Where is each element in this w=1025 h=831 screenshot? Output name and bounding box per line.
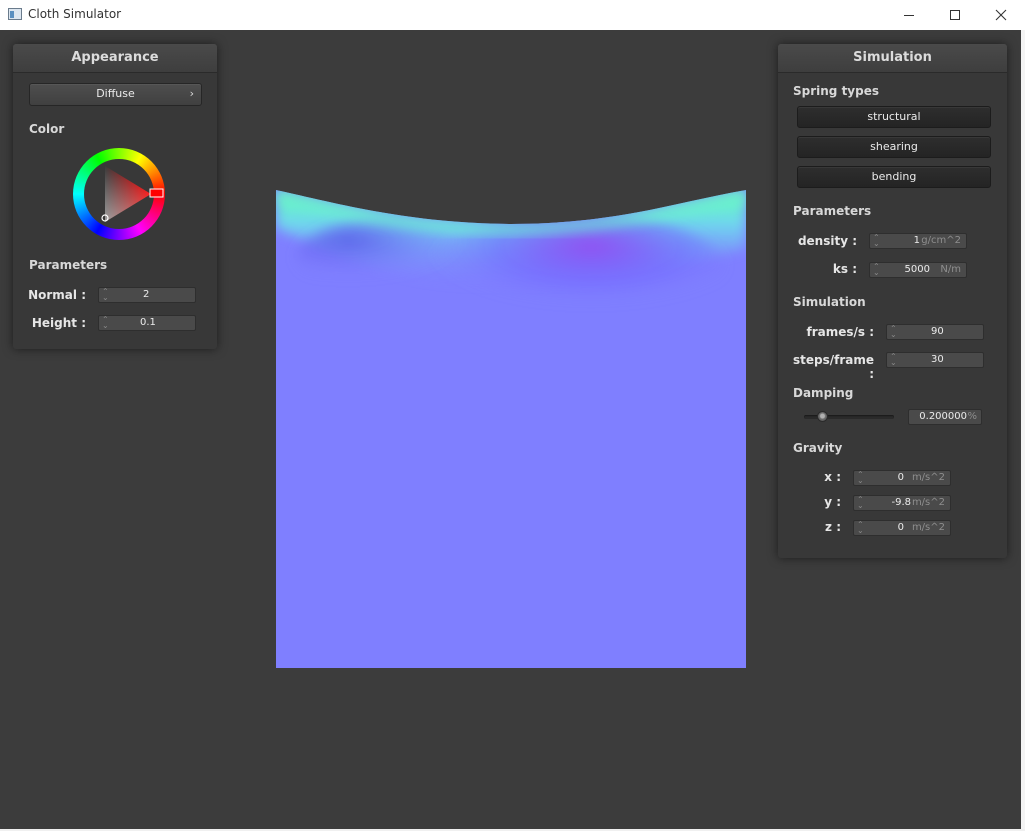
spinner-arrows-icon[interactable]: ⌃ ⌄ [102, 316, 109, 330]
close-icon [995, 9, 1007, 21]
window-title: Cloth Simulator [28, 7, 122, 21]
color-section-label: Color [29, 122, 65, 136]
spinner-arrows-icon[interactable]: ⌃ ⌄ [857, 496, 864, 510]
app-window-icon [8, 8, 22, 20]
cloth-mesh[interactable] [276, 188, 746, 668]
appearance-parameters-label: Parameters [29, 258, 108, 272]
gravity-label: Gravity [793, 441, 843, 455]
steps-per-frame-label: steps/frame : [792, 353, 874, 381]
simulation-panel: Simulation Spring types structural shear… [778, 44, 1007, 558]
damping-value: 0.200000 [919, 411, 967, 422]
frames-per-second-input[interactable]: ⌃ ⌄ 90 [886, 324, 984, 340]
gravity-y-unit: m/s^2 [911, 497, 945, 508]
material-dropdown[interactable]: Diffuse › [29, 83, 202, 106]
spinner-arrows-icon[interactable]: ⌃ ⌄ [873, 234, 880, 248]
appearance-panel: Appearance Diffuse › Color Parameters No… [13, 44, 217, 349]
gravity-y-input[interactable]: ⌃ ⌄ -9.8 m/s^2 [853, 495, 951, 511]
structural-toggle-button[interactable]: structural [797, 106, 991, 128]
damping-input[interactable]: 0.200000 % [908, 409, 982, 425]
simulation-panel-title: Simulation [778, 44, 1007, 73]
density-value: 1 [913, 235, 920, 246]
hue-selector-marker [149, 188, 164, 198]
minimize-icon [904, 14, 914, 16]
steps-per-frame-input[interactable]: ⌃ ⌄ 30 [886, 352, 984, 368]
density-label: density : [797, 234, 857, 248]
chevron-right-icon: › [189, 87, 194, 100]
ks-unit: N/m [940, 264, 961, 275]
spinner-arrows-icon[interactable]: ⌃ ⌄ [857, 471, 864, 485]
gravity-x-unit: m/s^2 [911, 472, 945, 483]
height-label: Height : [31, 316, 86, 330]
material-dropdown-value: Diffuse [96, 87, 135, 100]
height-input[interactable]: ⌃ ⌄ 0.1 [98, 315, 196, 331]
appearance-panel-title: Appearance [13, 44, 217, 73]
normal-label: Normal : [28, 288, 86, 302]
steps-per-frame-value: 30 [931, 354, 944, 365]
close-button[interactable] [978, 0, 1024, 30]
window-right-edge [1021, 30, 1025, 831]
simulation-parameters-label: Parameters [793, 204, 872, 218]
gravity-x-value: 0 [897, 472, 904, 483]
ks-input[interactable]: ⌃ ⌄ 5000 N/m [869, 262, 967, 278]
spinner-arrows-icon[interactable]: ⌃ ⌄ [873, 263, 880, 277]
spinner-arrows-icon[interactable]: ⌃ ⌄ [890, 353, 897, 367]
density-input[interactable]: ⌃ ⌄ 1 g/cm^2 [869, 233, 967, 249]
frames-per-second-value: 90 [931, 326, 944, 337]
spinner-arrows-icon[interactable]: ⌃ ⌄ [102, 288, 109, 302]
damping-label: Damping [793, 386, 854, 400]
normal-value: 2 [143, 289, 150, 300]
normal-input[interactable]: ⌃ ⌄ 2 [98, 287, 196, 303]
height-value: 0.1 [140, 317, 156, 328]
gravity-y-value: -9.8 [891, 497, 911, 508]
maximize-icon [950, 10, 960, 20]
density-unit: g/cm^2 [921, 235, 961, 246]
gravity-z-unit: m/s^2 [911, 522, 945, 533]
damping-unit: % [967, 411, 977, 422]
spring-types-label: Spring types [793, 84, 880, 98]
gravity-z-value: 0 [897, 522, 904, 533]
bending-toggle-button[interactable]: bending [797, 166, 991, 188]
simulation-section-label: Simulation [793, 295, 866, 309]
color-triangle[interactable] [73, 148, 165, 240]
ks-value: 5000 [904, 264, 930, 275]
shearing-toggle-button[interactable]: shearing [797, 136, 991, 158]
frames-per-second-label: frames/s : [806, 325, 874, 339]
gravity-z-label: z : [825, 520, 841, 534]
gravity-z-input[interactable]: ⌃ ⌄ 0 m/s^2 [853, 520, 951, 536]
spinner-arrows-icon[interactable]: ⌃ ⌄ [890, 325, 897, 339]
damping-slider-knob[interactable] [816, 411, 828, 422]
gravity-y-label: y : [824, 495, 841, 509]
window-title-bar: Cloth Simulator [0, 0, 1025, 30]
gravity-x-input[interactable]: ⌃ ⌄ 0 m/s^2 [853, 470, 951, 486]
spinner-arrows-icon[interactable]: ⌃ ⌄ [857, 521, 864, 535]
gravity-x-label: x : [824, 470, 841, 484]
ks-label: ks : [832, 262, 857, 276]
color-wheel[interactable] [73, 148, 165, 240]
minimize-button[interactable] [886, 0, 932, 30]
maximize-button[interactable] [932, 0, 978, 30]
